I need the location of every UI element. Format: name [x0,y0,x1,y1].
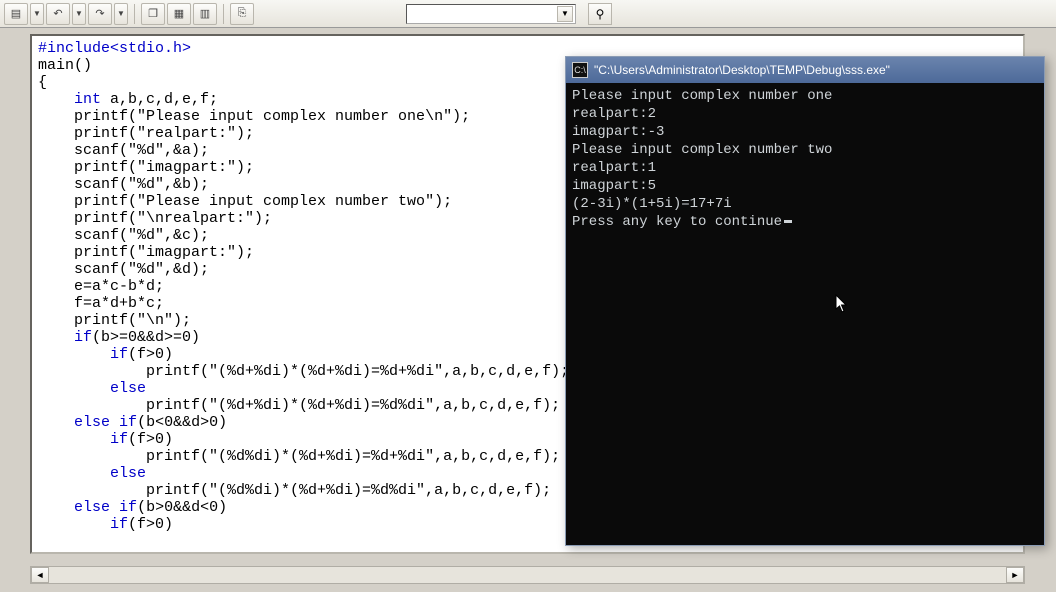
console-line: (2-3i)*(1+5i)=17+7i [572,195,1038,213]
toolbar-dropdown[interactable]: ▼ [72,3,86,25]
console-line: realpart:1 [572,159,1038,177]
console-line: realpart:2 [572,105,1038,123]
toolbar-toggle-button[interactable]: ⎘ [230,3,254,25]
toolbar-window-button[interactable]: ▥ [193,3,217,25]
toolbar-dropdown[interactable]: ▼ [30,3,44,25]
horizontal-scrollbar[interactable]: ◄ ► [30,566,1025,584]
toolbar-combobox[interactable]: ▼ [406,4,576,24]
toolbar-window-button[interactable]: ❐ [141,3,165,25]
console-output: Please input complex number onerealpart:… [566,83,1044,235]
console-line: Press any key to continue [572,213,1038,231]
console-line: Please input complex number two [572,141,1038,159]
console-titlebar[interactable]: C:\ "C:\Users\Administrator\Desktop\TEMP… [566,57,1044,83]
chevron-down-icon[interactable]: ▼ [557,6,573,22]
toolbar-dropdown[interactable]: ▼ [114,3,128,25]
console-app-icon: C:\ [572,62,588,78]
console-line: Please input complex number one [572,87,1038,105]
toolbar-divider [223,4,224,24]
toolbar-file-button[interactable]: ▤ [4,3,28,25]
console-line: imagpart:5 [572,177,1038,195]
console-title-text: "C:\Users\Administrator\Desktop\TEMP\Deb… [594,63,890,77]
toolbar-divider [134,4,135,24]
scroll-right-icon[interactable]: ► [1006,567,1024,583]
console-line: imagpart:-3 [572,123,1038,141]
toolbar-redo-button[interactable]: ↷ [88,3,112,25]
console-cursor [784,220,792,223]
toolbar-find-button[interactable]: ⚲ [588,3,612,25]
toolbar-window-button[interactable]: ▦ [167,3,191,25]
toolbar: ▤ ▼ ↶ ▼ ↷ ▼ ❐ ▦ ▥ ⎘ ▼ ⚲ [0,0,1056,28]
toolbar-undo-button[interactable]: ↶ [46,3,70,25]
scroll-left-icon[interactable]: ◄ [31,567,49,583]
console-window: C:\ "C:\Users\Administrator\Desktop\TEMP… [565,56,1045,546]
